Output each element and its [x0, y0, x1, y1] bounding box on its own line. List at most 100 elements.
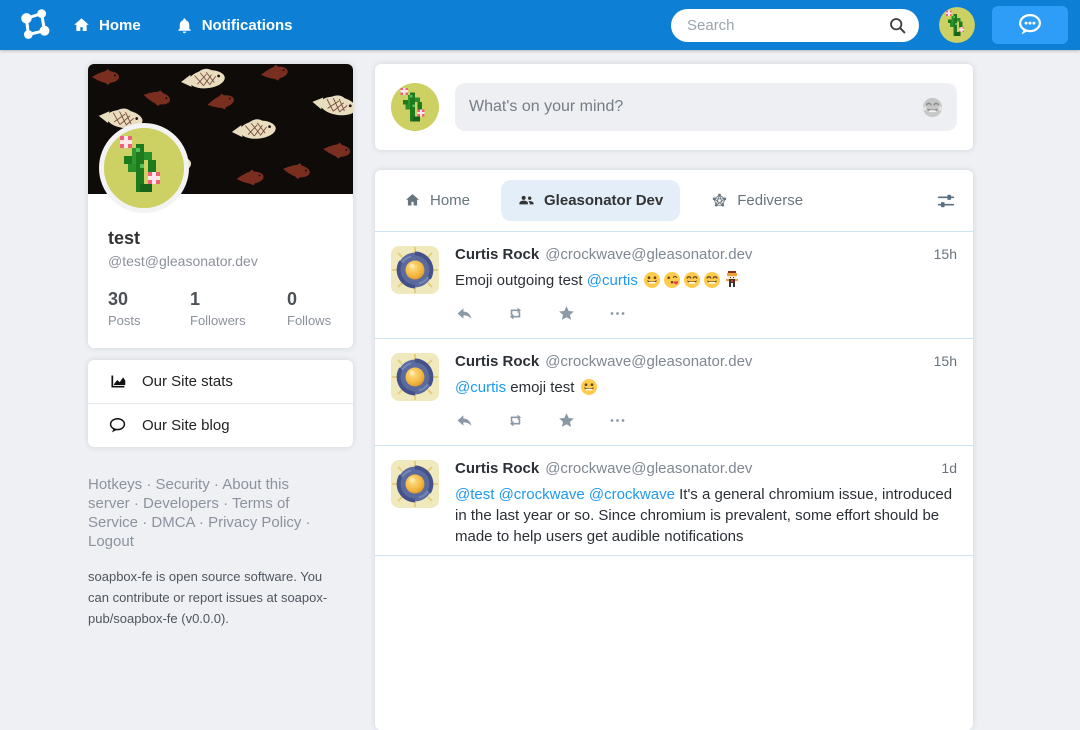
emoji-picker-icon[interactable] — [921, 96, 944, 119]
favourite-button[interactable] — [557, 411, 576, 430]
tab-home[interactable]: Home — [387, 180, 487, 221]
emoji-row — [642, 272, 742, 289]
nav-user-avatar[interactable] — [939, 7, 975, 43]
stat-posts[interactable]: 30 Posts — [108, 289, 190, 328]
left-sidebar: test @test@gleasonator.dev 30 Posts 1 Fo… — [88, 64, 353, 629]
more-button[interactable] — [608, 304, 627, 323]
footer-links: Hotkeys · Security · About this server ·… — [88, 475, 316, 551]
home-icon — [72, 16, 91, 35]
compose-input[interactable] — [469, 98, 921, 116]
tab-home-label: Home — [430, 192, 470, 209]
post-timestamp[interactable]: 15h — [934, 246, 957, 262]
search-icon[interactable] — [888, 16, 907, 35]
footer-link[interactable]: Logout — [88, 533, 134, 550]
app-logo-icon[interactable] — [16, 6, 54, 44]
post-author-avatar[interactable] — [391, 246, 439, 294]
mention-link[interactable]: @crockwave — [499, 486, 585, 503]
nav-home-label: Home — [99, 17, 141, 34]
tab-fediverse[interactable]: Fediverse — [694, 180, 820, 221]
profile-display-name[interactable]: test — [108, 228, 333, 249]
bell-icon — [175, 16, 194, 35]
footer-link[interactable]: Developers — [143, 495, 219, 512]
group-icon — [518, 192, 535, 209]
mention-link[interactable]: @crockwave — [589, 486, 675, 503]
stat-followers[interactable]: 1 Followers — [190, 289, 287, 328]
mention-link[interactable]: @test — [455, 486, 494, 503]
chat-bubble-icon — [1015, 10, 1045, 40]
site-stats-label: Our Site stats — [142, 373, 233, 390]
footer-link[interactable]: DMCA — [151, 514, 194, 531]
compose-avatar[interactable] — [391, 83, 439, 131]
cactus-avatar — [104, 128, 184, 208]
compose-field[interactable] — [455, 83, 957, 131]
post-content: @test @crockwave @crockwave It's a gener… — [455, 484, 957, 547]
site-blog-label: Our Site blog — [142, 417, 230, 434]
top-navbar: Home Notifications — [0, 0, 1080, 50]
repost-button[interactable] — [506, 411, 525, 430]
site-menu: Our Site stats Our Site blog — [88, 360, 353, 447]
timeline-tabs: Home Gleasonator Dev — [375, 170, 973, 232]
site-blog-link[interactable]: Our Site blog — [88, 403, 353, 447]
post-author-name[interactable]: Curtis Rock — [455, 353, 539, 370]
post: Curtis Rock @crockwave@gleasonator.dev 1… — [375, 339, 973, 446]
post-author-handle[interactable]: @crockwave@gleasonator.dev — [545, 246, 752, 263]
cactus-avatar — [391, 83, 439, 131]
nav-notifications-label: Notifications — [202, 17, 293, 34]
repost-button[interactable] — [506, 304, 525, 323]
sidebar-footer: Hotkeys · Security · About this server ·… — [88, 475, 316, 629]
curtis-avatar — [391, 246, 439, 294]
post-text: Emoji outgoing test — [455, 272, 587, 289]
post-timestamp[interactable]: 15h — [934, 353, 957, 369]
chart-icon — [108, 372, 127, 391]
post-author-handle[interactable]: @crockwave@gleasonator.dev — [545, 460, 752, 477]
post-author-avatar[interactable] — [391, 460, 439, 508]
nav-notifications[interactable]: Notifications — [175, 16, 293, 35]
reply-button[interactable] — [455, 411, 474, 430]
home-icon — [404, 192, 421, 209]
timeline-settings-icon[interactable] — [935, 190, 957, 212]
post-author-name[interactable]: Curtis Rock — [455, 460, 539, 477]
more-button[interactable] — [608, 411, 627, 430]
post-actions — [455, 411, 957, 430]
compose-card — [375, 64, 973, 150]
about-version: (v0.0.0). — [178, 611, 229, 626]
post-content: Emoji outgoing test @curtis — [455, 270, 957, 291]
footer-link[interactable]: Privacy Policy — [208, 514, 301, 531]
site-stats-link[interactable]: Our Site stats — [88, 360, 353, 403]
footer-link[interactable]: Security — [156, 476, 210, 493]
emoji-grinning — [643, 271, 661, 289]
post-actions — [455, 304, 957, 323]
search-bar[interactable] — [671, 9, 919, 42]
post-author-avatar[interactable] — [391, 353, 439, 401]
chat-button[interactable] — [992, 6, 1068, 44]
profile-handle: @test@gleasonator.dev — [108, 253, 333, 269]
speech-bubble-icon — [108, 416, 127, 435]
tab-community[interactable]: Gleasonator Dev — [501, 180, 680, 221]
post: Curtis Rock @crockwave@gleasonator.dev 1… — [375, 232, 973, 339]
curtis-avatar — [391, 353, 439, 401]
timeline-card: Home Gleasonator Dev — [375, 170, 973, 730]
footer-link[interactable]: Hotkeys — [88, 476, 142, 493]
profile-avatar[interactable] — [99, 123, 189, 213]
mention-link[interactable]: @curtis — [455, 379, 506, 396]
search-input[interactable] — [687, 17, 888, 34]
reply-button[interactable] — [455, 304, 474, 323]
emoji-grinning-eyes — [683, 271, 701, 289]
post-author-name[interactable]: Curtis Rock — [455, 246, 539, 263]
cactus-avatar — [939, 7, 975, 43]
profile-stats: 30 Posts 1 Followers 0 Follows — [108, 289, 333, 328]
emoji-grinning-eyes — [703, 271, 721, 289]
stat-follows[interactable]: 0 Follows — [287, 289, 331, 328]
post-author-handle[interactable]: @crockwave@gleasonator.dev — [545, 353, 752, 370]
emoji-kissing-heart — [663, 271, 681, 289]
post-content: @curtis emoji test — [455, 377, 957, 398]
emoji-grinning — [580, 378, 598, 396]
post-text: emoji test — [506, 379, 579, 396]
curtis-avatar — [391, 460, 439, 508]
favourite-button[interactable] — [557, 304, 576, 323]
fediverse-icon — [711, 192, 728, 209]
nav-home[interactable]: Home — [72, 16, 141, 35]
post-timestamp[interactable]: 1d — [941, 460, 957, 476]
mention-link[interactable]: @curtis — [587, 272, 638, 289]
tab-fediverse-label: Fediverse — [737, 192, 803, 209]
